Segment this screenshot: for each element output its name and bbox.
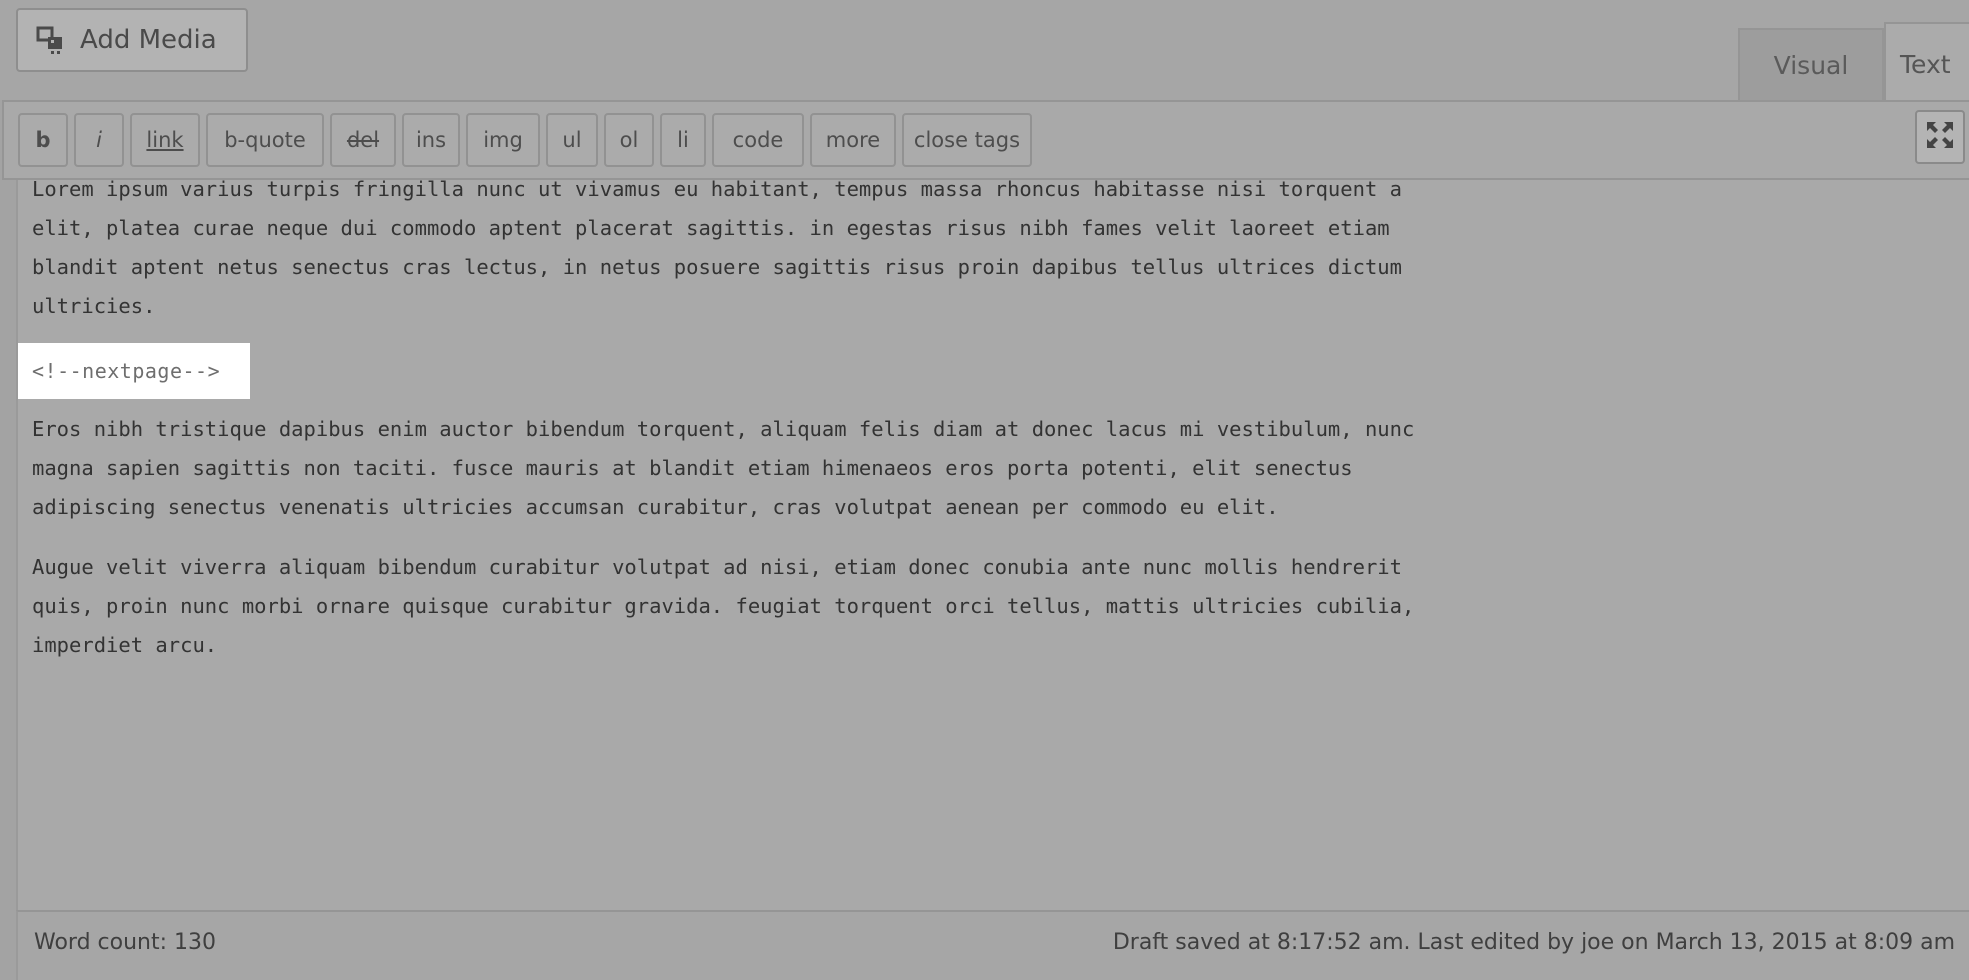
- fullscreen-button[interactable]: [1915, 110, 1965, 164]
- bold-button[interactable]: b: [18, 113, 68, 167]
- link-button[interactable]: link: [130, 113, 200, 167]
- editor-textarea[interactable]: Lorem ipsum varius turpis fringilla nunc…: [16, 177, 1969, 910]
- editor-status-bar: Word count: 130 Draft saved at 8:17:52 a…: [16, 910, 1969, 980]
- close-tags-button[interactable]: close tags: [902, 113, 1032, 167]
- blockquote-button[interactable]: b-quote: [206, 113, 324, 167]
- nextpage-tag-highlight: <!--nextpage-->: [18, 343, 250, 399]
- tab-text[interactable]: Text: [1884, 22, 1969, 104]
- img-button[interactable]: img: [466, 113, 540, 167]
- add-media-button[interactable]: Add Media: [16, 8, 248, 72]
- tab-visual[interactable]: Visual: [1738, 28, 1884, 100]
- code-button[interactable]: code: [712, 113, 804, 167]
- ol-button[interactable]: ol: [604, 113, 654, 167]
- ins-button[interactable]: ins: [402, 113, 460, 167]
- del-button[interactable]: del: [330, 113, 396, 167]
- paragraph-2: Eros nibh tristique dapibus enim auctor …: [32, 417, 1415, 519]
- word-count: Word count: 130: [34, 930, 217, 955]
- add-media-label: Add Media: [80, 25, 217, 55]
- more-button[interactable]: more: [810, 113, 896, 167]
- draft-saved-status: Draft saved at 8:17:52 am. Last edited b…: [1112, 930, 1955, 955]
- paragraph-1: Lorem ipsum varius turpis fringilla nunc…: [32, 177, 1402, 318]
- li-button[interactable]: li: [660, 113, 706, 167]
- media-icon: [36, 25, 66, 55]
- quicktags-toolbar: b i link b-quote del ins img ul ol li co…: [2, 100, 1969, 180]
- paragraph-3: Augue velit viverra aliquam bibendum cur…: [32, 555, 1415, 657]
- ul-button[interactable]: ul: [546, 113, 598, 167]
- fullscreen-icon: [1925, 120, 1955, 154]
- editor-top-bar: Add Media Visual Text: [0, 0, 1969, 104]
- italic-button[interactable]: i: [74, 113, 124, 167]
- post-editor: Add Media Visual Text b i link b-quote d…: [0, 0, 1969, 980]
